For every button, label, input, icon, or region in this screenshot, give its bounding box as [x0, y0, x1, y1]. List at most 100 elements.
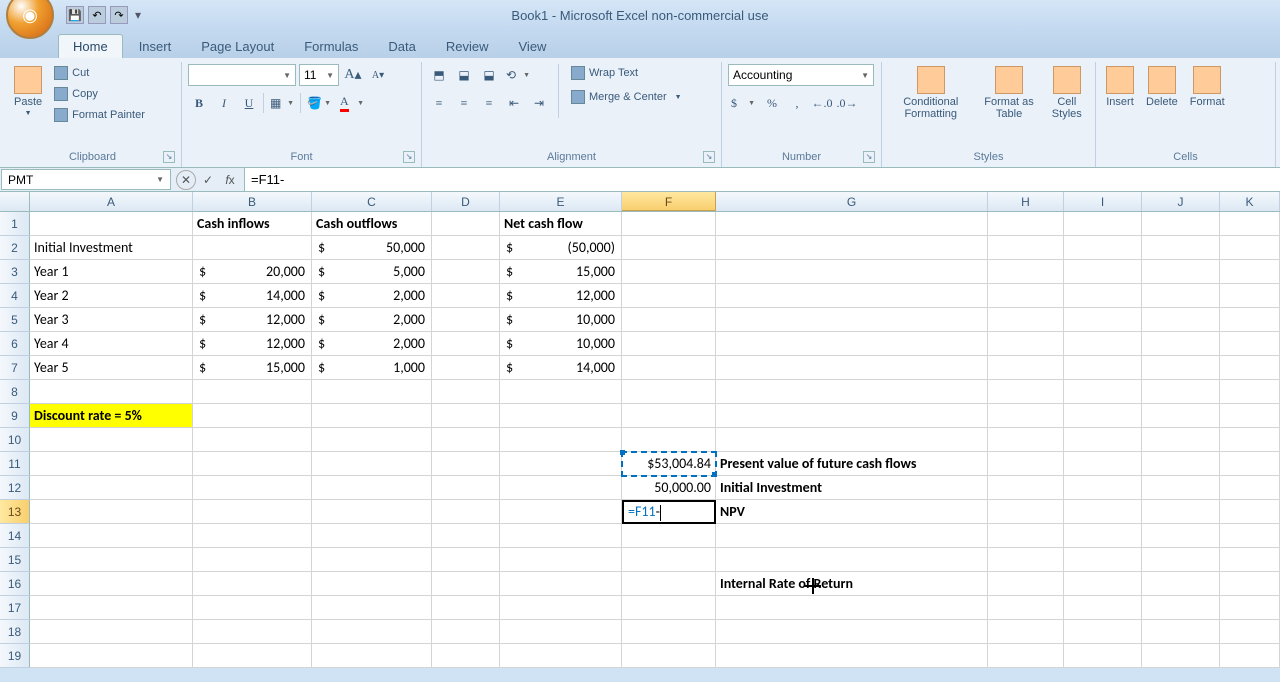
percent-button[interactable]: % [761, 92, 783, 114]
align-middle-button[interactable]: ⬓ [453, 64, 475, 86]
cell-K6[interactable] [1220, 332, 1280, 356]
cell-D14[interactable] [432, 524, 500, 548]
cell-B16[interactable] [193, 572, 312, 596]
font-color-button[interactable]: A▼ [337, 92, 367, 114]
cell-A6[interactable]: Year 4 [30, 332, 193, 356]
font-size-select[interactable]: 11▼ [299, 64, 339, 86]
align-center-button[interactable]: ≡ [453, 92, 475, 114]
cell-K1[interactable] [1220, 212, 1280, 236]
cell-D17[interactable] [432, 596, 500, 620]
row-header-5[interactable]: 5 [0, 308, 30, 332]
cell-C15[interactable] [312, 548, 432, 572]
spreadsheet-grid[interactable]: A B C D E F G H I J K 123456789101112131… [0, 192, 1280, 668]
cell-D18[interactable] [432, 620, 500, 644]
cell-I2[interactable] [1064, 236, 1142, 260]
col-header-F[interactable]: F [622, 192, 716, 211]
qat-redo-icon[interactable]: ↷ [110, 6, 128, 24]
cancel-formula-button[interactable]: ✕ [176, 170, 196, 190]
cell-F15[interactable] [622, 548, 716, 572]
cell-I15[interactable] [1064, 548, 1142, 572]
cell-H13[interactable] [988, 500, 1064, 524]
cell-E13[interactable] [500, 500, 622, 524]
cell-C4[interactable]: $2,000 [312, 284, 432, 308]
cell-F14[interactable] [622, 524, 716, 548]
cell-C8[interactable] [312, 380, 432, 404]
cell-B12[interactable] [193, 476, 312, 500]
cell-I16[interactable] [1064, 572, 1142, 596]
cell-G19[interactable] [716, 644, 988, 668]
col-header-C[interactable]: C [312, 192, 432, 211]
row-header-4[interactable]: 4 [0, 284, 30, 308]
copy-button[interactable]: Copy [50, 85, 149, 103]
cell-E3[interactable]: $15,000 [500, 260, 622, 284]
row-header-16[interactable]: 16 [0, 572, 30, 596]
cell-A1[interactable] [30, 212, 193, 236]
cell-J16[interactable] [1142, 572, 1220, 596]
tab-home[interactable]: Home [58, 34, 123, 58]
row-header-12[interactable]: 12 [0, 476, 30, 500]
cell-A16[interactable] [30, 572, 193, 596]
cell-K3[interactable] [1220, 260, 1280, 284]
alignment-launcher[interactable]: ↘ [703, 151, 715, 163]
cell-E19[interactable] [500, 644, 622, 668]
increase-decimal-button[interactable]: ←.0 [811, 92, 833, 114]
cell-C19[interactable] [312, 644, 432, 668]
cell-E11[interactable] [500, 452, 622, 476]
cell-K13[interactable] [1220, 500, 1280, 524]
cell-J8[interactable] [1142, 380, 1220, 404]
cell-G12[interactable]: Initial Investment [716, 476, 988, 500]
cell-H1[interactable] [988, 212, 1064, 236]
cell-J6[interactable] [1142, 332, 1220, 356]
col-header-H[interactable]: H [988, 192, 1064, 211]
qat-save-icon[interactable]: 💾 [66, 6, 84, 24]
cell-F16[interactable] [622, 572, 716, 596]
cell-H8[interactable] [988, 380, 1064, 404]
cell-F1[interactable] [622, 212, 716, 236]
insert-cells-button[interactable]: Insert [1102, 64, 1138, 110]
cell-A2[interactable]: Initial Investment [30, 236, 193, 260]
cell-G10[interactable] [716, 428, 988, 452]
shrink-font-button[interactable]: A▾ [367, 64, 389, 86]
tab-page-layout[interactable]: Page Layout [187, 35, 288, 58]
cell-E15[interactable] [500, 548, 622, 572]
cell-F7[interactable] [622, 356, 716, 380]
cell-I12[interactable] [1064, 476, 1142, 500]
cell-E2[interactable]: $(50,000) [500, 236, 622, 260]
cell-E8[interactable] [500, 380, 622, 404]
row-header-7[interactable]: 7 [0, 356, 30, 380]
cell-H5[interactable] [988, 308, 1064, 332]
cell-A17[interactable] [30, 596, 193, 620]
cell-D6[interactable] [432, 332, 500, 356]
cell-H2[interactable] [988, 236, 1064, 260]
cell-B17[interactable] [193, 596, 312, 620]
number-launcher[interactable]: ↘ [863, 151, 875, 163]
align-top-button[interactable]: ⬒ [428, 64, 450, 86]
cell-C3[interactable]: $5,000 [312, 260, 432, 284]
cell-D3[interactable] [432, 260, 500, 284]
fill-color-button[interactable]: 🪣▼ [304, 92, 334, 114]
cell-K9[interactable] [1220, 404, 1280, 428]
cell-E6[interactable]: $10,000 [500, 332, 622, 356]
cell-A3[interactable]: Year 1 [30, 260, 193, 284]
row-header-13[interactable]: 13 [0, 500, 30, 524]
cell-I8[interactable] [1064, 380, 1142, 404]
insert-function-button[interactable]: fx [220, 170, 240, 190]
cell-K12[interactable] [1220, 476, 1280, 500]
cell-F18[interactable] [622, 620, 716, 644]
cell-J14[interactable] [1142, 524, 1220, 548]
cell-J10[interactable] [1142, 428, 1220, 452]
formula-input[interactable] [245, 168, 1280, 191]
underline-button[interactable]: U [238, 92, 260, 114]
cell-F5[interactable] [622, 308, 716, 332]
cell-I13[interactable] [1064, 500, 1142, 524]
increase-indent-button[interactable]: ⇥ [528, 92, 550, 114]
cell-D16[interactable] [432, 572, 500, 596]
cell-B19[interactable] [193, 644, 312, 668]
cell-A7[interactable]: Year 5 [30, 356, 193, 380]
cell-K18[interactable] [1220, 620, 1280, 644]
tab-insert[interactable]: Insert [125, 35, 186, 58]
cell-H3[interactable] [988, 260, 1064, 284]
cell-D5[interactable] [432, 308, 500, 332]
col-header-E[interactable]: E [500, 192, 622, 211]
cell-H10[interactable] [988, 428, 1064, 452]
